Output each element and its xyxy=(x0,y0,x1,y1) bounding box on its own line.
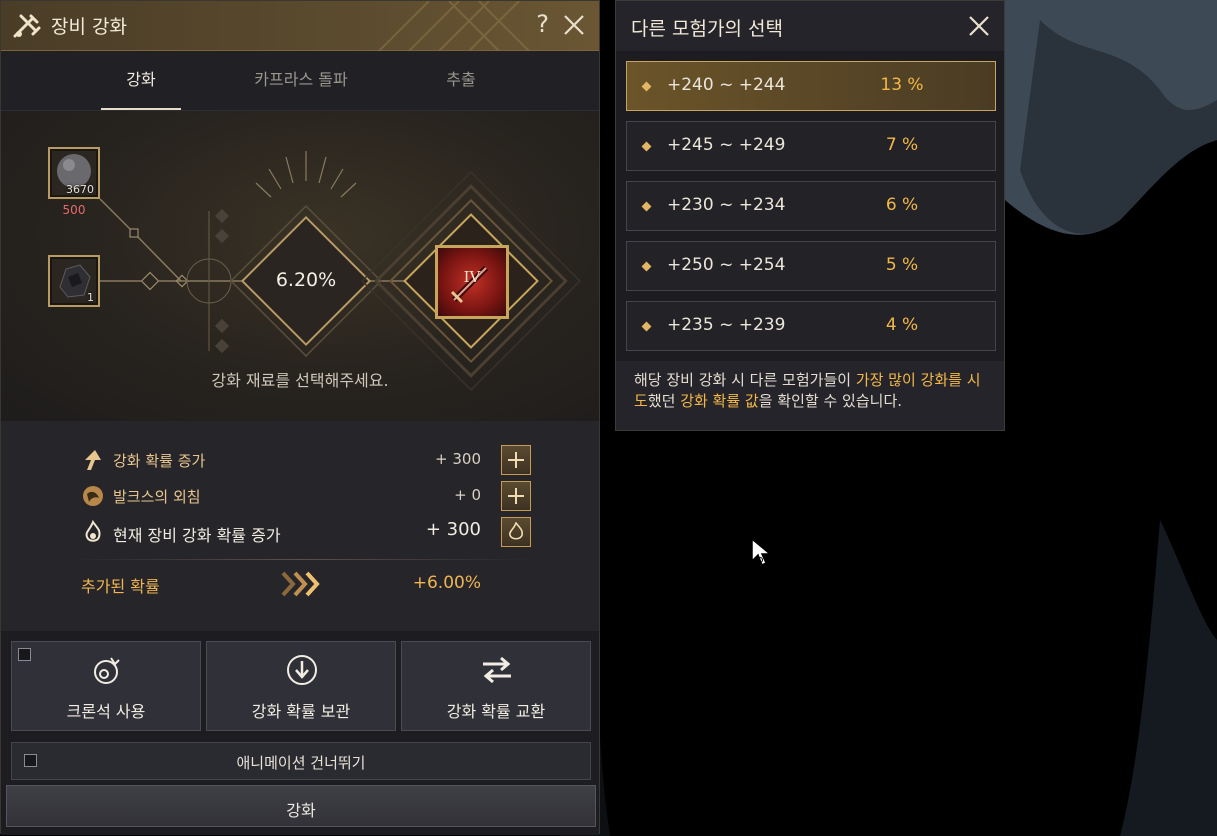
item-rank: IV xyxy=(463,268,481,286)
flame-icon xyxy=(85,520,101,542)
enhance-button[interactable]: 강화 xyxy=(6,785,596,827)
arrow-up-icon xyxy=(85,450,101,470)
choice-item[interactable]: +240 ~ +244 13 % xyxy=(626,61,996,111)
close-icon[interactable] xyxy=(966,13,992,39)
store-chance-button[interactable]: 강화 확률 보관 xyxy=(206,641,396,731)
titlebar-pattern xyxy=(378,1,530,51)
flame-icon xyxy=(509,522,523,540)
choice-percent: 7 % xyxy=(885,135,919,155)
chevron-right-icon xyxy=(281,571,320,597)
stat-value: + 300 xyxy=(425,519,481,540)
material-slot-stone[interactable]: 3670 xyxy=(48,147,100,199)
title-bar[interactable]: 장비 강화 ? xyxy=(1,1,599,51)
cron-stone-button[interactable]: 크론석 사용 xyxy=(11,641,201,731)
success-chance: 6.20% xyxy=(275,269,337,291)
choice-range: +240 ~ +244 xyxy=(667,75,786,95)
note-text: 했던 xyxy=(647,392,681,410)
choice-item[interactable]: +230 ~ +234 6 % xyxy=(626,181,996,231)
stat-value: + 300 xyxy=(435,450,481,468)
close-icon[interactable] xyxy=(561,12,587,38)
material-quantity: 1 xyxy=(87,291,94,304)
stats-panel: 강화 확률 증가 + 300 발크스의 외침 + 0 현재 장비 강화 확률 증… xyxy=(1,421,599,631)
skip-animation-label: 애니메이션 건너뛰기 xyxy=(236,754,366,772)
tab-bar: 강화 카프라스 돌파 추출 xyxy=(1,51,599,111)
tab-enhance[interactable]: 강화 xyxy=(66,51,216,110)
hammer-icon xyxy=(13,14,41,38)
choice-item[interactable]: +245 ~ +249 7 % xyxy=(626,121,996,171)
enhance-button-label: 강화 xyxy=(286,801,316,820)
plus-icon xyxy=(508,452,524,468)
store-chance-label: 강화 확률 보관 xyxy=(251,702,351,721)
diamond-icon xyxy=(641,321,652,332)
tab-extract[interactable]: 추출 xyxy=(386,51,536,110)
choice-percent: 13 % xyxy=(880,75,924,95)
popular-choices-popup: 다른 모험가의 선택 +240 ~ +244 13 % +245 ~ +249 … xyxy=(615,0,1005,431)
popup-note: 해당 장비 강화 시 다른 모험가들이 가장 많이 강화를 시도했던 강화 확률… xyxy=(634,370,994,412)
material-quantity: 3670 xyxy=(66,183,94,196)
valks-cry-icon xyxy=(83,486,103,506)
tab-breakthrough[interactable]: 카프라스 돌파 xyxy=(226,51,376,110)
skip-animation-toggle[interactable]: 애니메이션 건너뛰기 xyxy=(11,742,591,780)
choice-percent: 5 % xyxy=(885,255,919,275)
choice-percent: 4 % xyxy=(885,315,919,335)
hint-text: 강화 재료를 선택해주세요. xyxy=(211,371,389,390)
choice-range: +245 ~ +249 xyxy=(667,135,786,155)
cron-stone-label: 크론석 사용 xyxy=(66,702,146,721)
note-text: 을 확인할 수 있습니다. xyxy=(758,392,903,410)
diamond-icon xyxy=(641,201,652,212)
current-chance-button[interactable] xyxy=(501,517,531,547)
diamond-icon xyxy=(641,81,652,92)
stat-row-chance-bonus: 강화 확률 증가 + 300 xyxy=(81,445,531,475)
stat-label: 강화 확률 증가 xyxy=(113,452,206,470)
added-chance-value: +6.00% xyxy=(412,573,481,593)
choice-range: +235 ~ +239 xyxy=(667,315,786,335)
add-chance-button[interactable] xyxy=(501,445,531,475)
choice-range: +250 ~ +254 xyxy=(667,255,786,275)
help-button[interactable]: ? xyxy=(536,10,549,38)
stat-value: + 0 xyxy=(454,486,481,504)
stat-label: 현재 장비 강화 확률 증가 xyxy=(113,526,281,545)
material-slot-crystal[interactable]: 1 xyxy=(48,255,100,307)
choice-percent: 6 % xyxy=(885,195,919,215)
exchange-chance-button[interactable]: 강화 확률 교환 xyxy=(401,641,591,731)
diamond-icon xyxy=(641,141,652,152)
stat-label: 발크스의 외침 xyxy=(113,488,201,506)
stat-row-valks: 발크스의 외침 + 0 xyxy=(81,481,531,511)
choice-item[interactable]: +235 ~ +239 4 % xyxy=(626,301,996,351)
note-text: 해당 장비 강화 시 다른 모험가들이 xyxy=(634,371,856,389)
cron-stone-checkbox[interactable] xyxy=(18,648,31,661)
exchange-chance-label: 강화 확률 교환 xyxy=(446,702,546,721)
enhancement-stage: 3670 500 1 6.20% IV 강화 재료를 선택해주세요. xyxy=(1,111,599,421)
diamond-icon xyxy=(641,261,652,272)
divider xyxy=(66,559,536,560)
swap-icon xyxy=(483,656,511,684)
add-valks-button[interactable] xyxy=(501,481,531,511)
material-required: 500 xyxy=(62,203,86,217)
window-title: 장비 강화 xyxy=(51,16,127,38)
plus-icon xyxy=(508,488,524,504)
popup-title: 다른 모험가의 선택 xyxy=(631,18,783,40)
choice-range: +230 ~ +234 xyxy=(667,195,786,215)
added-chance-label: 추가된 확률 xyxy=(81,577,160,596)
target-item-slot[interactable]: IV xyxy=(435,245,509,319)
action-panel: 크론석 사용 강화 확률 보관 강화 확률 교환 애니메이션 건너뛰기 강화 xyxy=(1,631,599,835)
stat-row-current: 현재 장비 강화 확률 증가 + 300 xyxy=(81,517,531,547)
download-icon xyxy=(287,655,317,685)
note-highlight: 강화 확률 값 xyxy=(680,392,759,410)
cron-stone-icon xyxy=(94,657,120,684)
choice-item[interactable]: +250 ~ +254 5 % xyxy=(626,241,996,291)
enhancement-window: 장비 강화 ? 강화 카프라스 돌파 추출 3670 500 1 6.20% I… xyxy=(0,0,600,835)
choice-list: +240 ~ +244 13 % +245 ~ +249 7 % +230 ~ … xyxy=(616,51,1004,361)
mouse-cursor-icon xyxy=(751,537,772,567)
